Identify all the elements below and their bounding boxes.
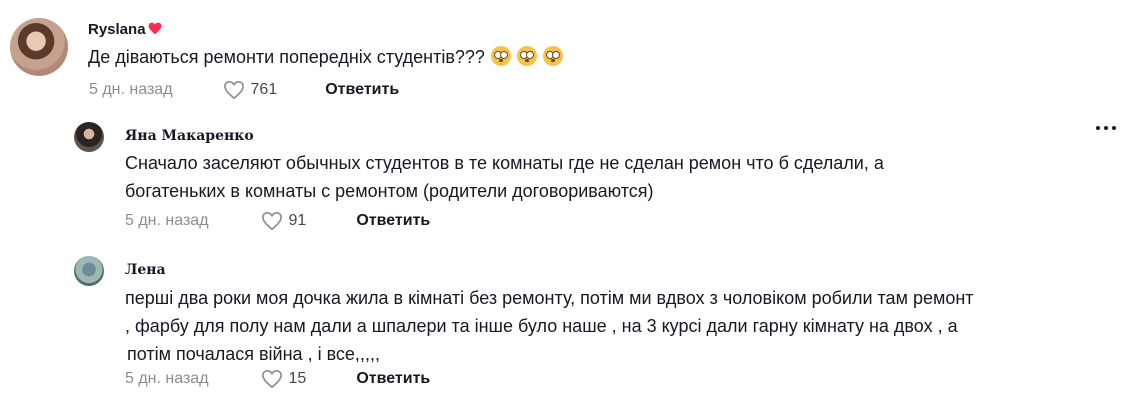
reply-button[interactable]: Ответить <box>325 81 399 99</box>
reply-button[interactable]: Ответить <box>356 212 430 230</box>
more-options-icon[interactable] <box>1096 126 1116 130</box>
heart-outline-icon <box>223 80 244 100</box>
comment-text: перші два роки моя дочка жила в кімнаті … <box>125 284 974 368</box>
reply-button[interactable]: Ответить <box>356 370 430 388</box>
comment-meta: 5 дн. назад 91 Ответить <box>125 211 430 231</box>
flushed-face-icon <box>542 46 563 66</box>
heart-outline-icon <box>261 211 282 231</box>
comment-text: Де діваються ремонти попередніх студенті… <box>88 43 563 71</box>
username[interactable]: Яна Макаренко <box>125 128 254 144</box>
timestamp: 5 дн. назад <box>89 81 173 98</box>
heart-outline-icon <box>261 369 282 389</box>
comment-text-content: Де діваються ремонти попередніх студенті… <box>88 47 485 67</box>
comment-text-line: , фарбу для полу нам дали а шпалери та і… <box>125 316 958 336</box>
timestamp: 5 дн. назад <box>125 212 209 229</box>
like-count: 15 <box>288 370 307 387</box>
comment-meta: 5 дн. назад 15 Ответить <box>125 369 430 389</box>
flushed-face-icon <box>490 46 511 66</box>
comment-text-line: перші два роки моя дочка жила в кімнаті … <box>125 288 974 308</box>
comment-meta: 5 дн. назад 761 Ответить <box>89 80 399 100</box>
like-count: 761 <box>250 81 278 98</box>
timestamp: 5 дн. назад <box>125 370 209 387</box>
comment-text: Сначало заселяют обычных студентов в те … <box>125 149 884 205</box>
avatar[interactable] <box>74 256 104 286</box>
username[interactable]: Лена <box>125 262 166 278</box>
comment-text-line: Сначало заселяют обычных студентов в те … <box>125 153 884 173</box>
like-button[interactable]: 91 <box>261 211 307 231</box>
comment-text-line: богатеньких в комнаты с ремонтом (родите… <box>125 181 654 201</box>
avatar[interactable] <box>74 122 104 152</box>
heart-icon <box>148 22 162 39</box>
avatar[interactable] <box>10 18 68 76</box>
like-button[interactable]: 15 <box>261 369 307 389</box>
username[interactable]: Ryslana <box>88 21 162 39</box>
like-button[interactable]: 761 <box>223 80 278 100</box>
comment-text-line: потім почалася війна , і все,,,,, <box>127 344 380 364</box>
flushed-face-icon <box>516 46 537 66</box>
like-count: 91 <box>288 212 307 229</box>
username-text[interactable]: Ryslana <box>88 21 146 38</box>
